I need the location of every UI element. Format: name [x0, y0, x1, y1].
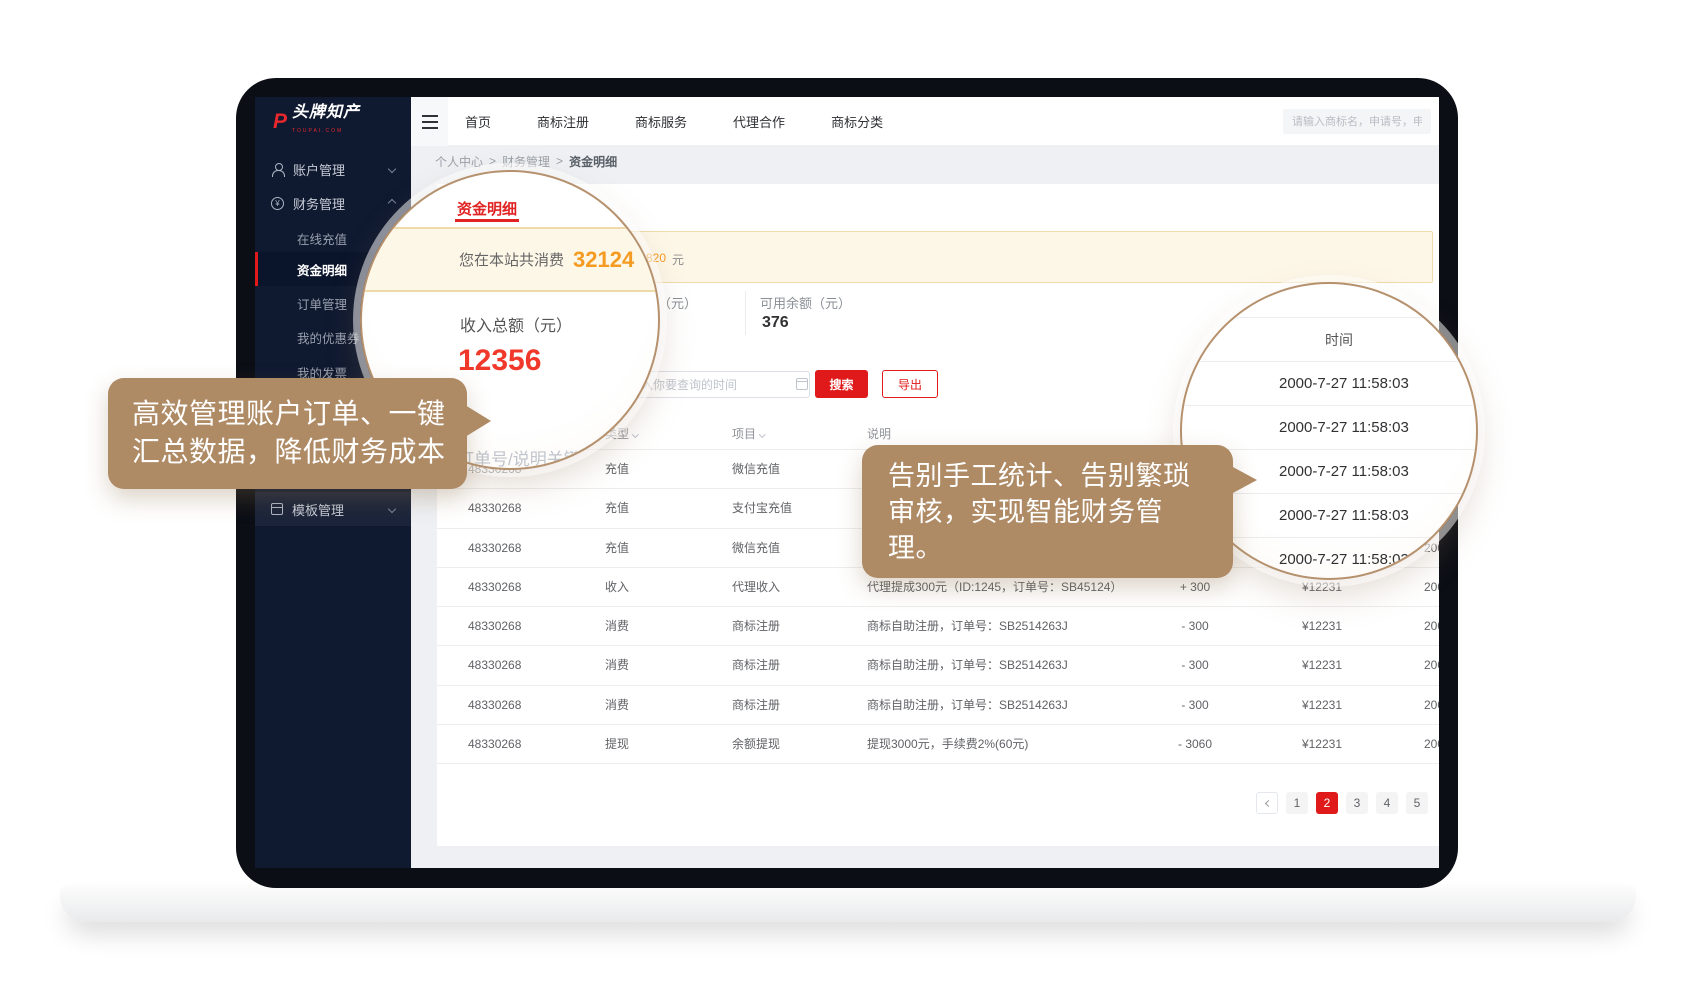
cell-project: 商标注册 — [732, 646, 780, 685]
magnified-income-value: 12356 — [458, 344, 541, 378]
nav-tab[interactable]: 代理合作 — [721, 112, 797, 131]
nav-tab[interactable]: 商标服务 — [623, 112, 699, 131]
laptop-base — [60, 884, 1636, 922]
cell-project: 微信充值 — [732, 450, 780, 489]
chevron-down-icon — [388, 505, 396, 513]
cell-type: 消费 — [605, 686, 629, 725]
sidebar-item-account[interactable]: 账户管理 — [255, 152, 411, 186]
logo-text: 头牌知产 TOUPAI.COM — [292, 105, 360, 139]
banner-unit: 元 — [672, 251, 684, 268]
page: P 头牌知产 TOUPAI.COM 首页商标注册商标服务代理合作商标分类 个人中… — [0, 0, 1696, 1002]
cell-type: 提现 — [605, 725, 629, 764]
breadcrumb-item[interactable]: 个人中心 — [435, 153, 483, 170]
magnified-time-row: 2000-7-27 11:58:03 — [1182, 406, 1478, 450]
sidebar-item-template[interactable]: 模板管理 — [255, 492, 411, 526]
template-icon — [271, 503, 283, 515]
calendar-icon[interactable] — [796, 378, 808, 390]
menu-hamburger-icon[interactable] — [411, 97, 448, 146]
search-button[interactable]: 搜索 — [815, 370, 868, 398]
page-1-button[interactable]: 1 — [1286, 792, 1308, 814]
magnified-keyword-placeholder: 订单号/说明关键字 — [457, 445, 598, 470]
magnified-time-header: 时间 — [1182, 317, 1478, 362]
balance-stat-value: 376 — [762, 314, 789, 332]
table-row: 48330268 提现 余额提现 提现3000元，手续费2%(60元) - 30… — [437, 725, 1439, 764]
cell-description: 商标自助注册，订单号：SB2514263J — [867, 607, 1068, 646]
balance-stat-label: 可用余额（元） — [760, 293, 851, 312]
column-header-desc: 说明 — [867, 425, 891, 442]
cell-balance: ¥12231 — [1237, 686, 1342, 725]
cell-project: 商标注册 — [732, 607, 780, 646]
cell-order-number: 48330268 — [468, 646, 521, 685]
trademark-search-input[interactable] — [1283, 109, 1431, 134]
magnified-tab-label: 资金明细 — [457, 198, 517, 219]
magnified-tab-indicator — [455, 219, 519, 222]
cell-type: 充值 — [605, 529, 629, 568]
page-5-button[interactable]: 5 — [1406, 792, 1428, 814]
cell-description: 提现3000元，手续费2%(60元) — [867, 725, 1028, 764]
cell-project: 微信充值 — [732, 529, 780, 568]
cell-time: 2000-7-27 11:58:03 — [1424, 607, 1439, 646]
cell-type: 充值 — [605, 450, 629, 489]
cell-order-number: 48330268 — [468, 568, 521, 607]
left-callout-bubble: 高效管理账户订单、一键 汇总数据，降低财务成本 — [108, 378, 467, 489]
chevron-left-icon — [1264, 799, 1271, 806]
sort-chevron-icon — [632, 431, 638, 437]
cell-project: 商标注册 — [732, 686, 780, 725]
logo[interactable]: P 头牌知产 TOUPAI.COM — [255, 97, 411, 146]
cell-balance: ¥12231 — [1237, 607, 1342, 646]
page-3-button[interactable]: 3 — [1346, 792, 1368, 814]
column-header-project[interactable]: 项目 — [732, 425, 765, 442]
cell-project: 余额提现 — [732, 725, 780, 764]
cell-description: 商标自助注册，订单号：SB2514263J — [867, 646, 1068, 685]
magnified-income-label: 收入总额（元） — [460, 312, 572, 336]
cell-project: 支付宝充值 — [732, 489, 792, 528]
export-button[interactable]: 导出 — [882, 370, 938, 398]
cell-description: 商标自助注册，订单号：SB2514263J — [867, 686, 1068, 725]
nav-tab[interactable]: 商标注册 — [525, 112, 601, 131]
table-row: 48330268 消费 商标注册 商标自助注册，订单号：SB2514263J -… — [437, 686, 1439, 725]
main-nav: 首页 商标注册 商标服务 代理合作 商标分类 — [453, 97, 895, 146]
cell-order-number: 48330268 — [468, 529, 521, 568]
page-4-button[interactable]: 4 — [1376, 792, 1398, 814]
cell-type: 消费 — [605, 646, 629, 685]
magnified-time-row: 2000-7-27 11:58:03 — [1182, 362, 1478, 406]
stat-divider — [745, 291, 746, 335]
magnified-banner-amount: 32124 — [573, 247, 634, 273]
breadcrumb-item[interactable]: 财务管理 — [502, 153, 550, 170]
finance-icon: ¥ — [271, 197, 284, 210]
cell-project: 代理收入 — [732, 568, 780, 607]
breadcrumb-current: 资金明细 — [569, 153, 617, 170]
nav-tab[interactable]: 首页 — [453, 112, 503, 131]
cell-time: 2000-7-27 11:58:03 — [1424, 725, 1439, 764]
topbar: P 头牌知产 TOUPAI.COM 首页 商标注册 商标服务 代理合作 商标分类 — [255, 97, 1439, 146]
pagination: 1 2 3 4 5 — [1256, 792, 1428, 814]
page-2-button[interactable]: 2 — [1316, 792, 1338, 814]
breadcrumb: 个人中心 > 财务管理 > 资金明细 — [411, 146, 1439, 176]
logo-icon: P — [273, 110, 287, 134]
cell-time: 2000-7-27 11:58:03 — [1424, 686, 1439, 725]
chevron-down-icon — [388, 165, 396, 173]
logo-subtext: TOUPAI.COM — [292, 128, 343, 134]
cell-order-number: 48330268 — [468, 725, 521, 764]
table-row: 48330268 消费 商标注册 商标自助注册，订单号：SB2514263J -… — [437, 646, 1439, 685]
chevron-up-icon — [388, 199, 396, 207]
sort-chevron-icon — [759, 431, 765, 437]
cell-order-number: 48330268 — [468, 686, 521, 725]
right-callout-bubble: 告别手工统计、告别繁琐 审核，实现智能财务管 理。 — [862, 445, 1233, 578]
cell-type: 消费 — [605, 607, 629, 646]
cell-order-number: 48330268 — [468, 489, 521, 528]
prev-page-button[interactable] — [1256, 792, 1278, 814]
magnified-banner: 您在本站共消费 32124 — [360, 227, 660, 292]
cell-balance: ¥12231 — [1237, 725, 1342, 764]
nav-tab[interactable]: 商标分类 — [819, 112, 895, 131]
cell-time: 2000-7-27 11:58:03 — [1424, 646, 1439, 685]
cell-type: 收入 — [605, 568, 629, 607]
cell-order-number: 48330268 — [468, 607, 521, 646]
cell-type: 充值 — [605, 489, 629, 528]
expense-stat-label: （元） — [658, 293, 697, 312]
sidebar-item-finance[interactable]: ¥ 财务管理 — [255, 186, 411, 220]
person-icon — [271, 163, 284, 176]
cell-balance: ¥12231 — [1237, 646, 1342, 685]
table-row: 48330268 消费 商标注册 商标自助注册，订单号：SB2514263J -… — [437, 607, 1439, 646]
